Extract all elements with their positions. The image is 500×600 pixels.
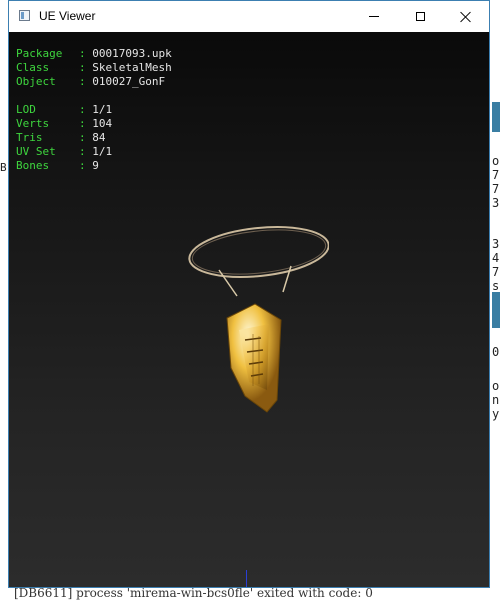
info-label: Bones (16, 159, 50, 172)
background-console-char: s (492, 279, 500, 293)
info-label: Tris (16, 131, 43, 144)
info-label: UV Set (16, 145, 56, 158)
minimize-button[interactable] (351, 1, 397, 32)
info-label: Package (16, 47, 63, 60)
info-row: LOD: 1/1 (16, 103, 172, 117)
maximize-button[interactable] (397, 1, 443, 32)
background-console-char: B (0, 161, 7, 174)
info-separator: : (79, 75, 93, 88)
background-console-char: n (492, 393, 500, 407)
info-value: 104 (92, 117, 113, 130)
app-window-icon (19, 10, 30, 21)
console-scroll-highlight (492, 102, 500, 132)
ue-viewer-window: UE Viewer Package: 00017093.upk Class: Sk… (8, 0, 490, 588)
info-row: Bones: 9 (16, 159, 172, 173)
maximize-icon (415, 12, 425, 21)
text-cursor (246, 570, 247, 587)
info-value: 00017093.upk (92, 47, 172, 60)
info-separator: : (79, 131, 93, 144)
info-separator: : (79, 117, 93, 130)
background-console-char: o (492, 379, 500, 393)
info-separator: : (79, 159, 93, 172)
info-value: 1/1 (92, 103, 113, 116)
info-separator: : (79, 103, 93, 116)
console-scroll-highlight (492, 292, 500, 328)
info-row: Verts: 104 (16, 117, 172, 131)
info-separator: : (79, 61, 93, 74)
info-label: Class (16, 61, 50, 74)
background-console-char: o (492, 154, 500, 168)
background-console-char: y (492, 407, 500, 421)
close-button[interactable] (443, 1, 489, 32)
info-label: Verts (16, 117, 50, 130)
info-separator: : (79, 47, 93, 60)
title-bar[interactable]: UE Viewer (9, 1, 489, 32)
info-row: UV Set: 1/1 (16, 145, 172, 159)
background-console-char: 4 (492, 251, 500, 265)
info-value: 84 (92, 131, 106, 144)
background-console-char: 7 (492, 182, 500, 196)
background-console-bottom-line: [DB6611] process 'mirema-win-bcs0fle' ex… (14, 587, 373, 600)
necklace-ring (188, 226, 329, 278)
info-row: Class: SkeletalMesh (16, 61, 172, 75)
info-value: SkeletalMesh (92, 61, 172, 74)
background-console-char: 0 (492, 345, 500, 359)
info-value: 9 (92, 159, 99, 172)
info-row: Tris: 84 (16, 131, 172, 145)
info-label: LOD (16, 103, 36, 116)
close-icon (460, 11, 472, 23)
info-row: Object: 010027_GonF (16, 75, 172, 89)
info-separator: : (79, 145, 93, 158)
mesh-info-overlay: Package: 00017093.upk Class: SkeletalMesh… (16, 47, 172, 173)
3d-viewport[interactable]: Package: 00017093.upk Class: SkeletalMesh… (9, 32, 489, 587)
background-console-char: 3 (492, 237, 500, 251)
minimize-icon (369, 16, 379, 17)
background-console-char: 7 (492, 168, 500, 182)
info-row: Package: 00017093.upk (16, 47, 172, 61)
info-value: 1/1 (92, 145, 113, 158)
skeletal-mesh-render (188, 226, 329, 413)
info-label: Object (16, 75, 56, 88)
background-console-char: 3 (492, 196, 500, 210)
info-value: 010027_GonF (92, 75, 166, 88)
background-console-char: 7 (492, 265, 500, 279)
window-title: UE Viewer (39, 9, 96, 23)
